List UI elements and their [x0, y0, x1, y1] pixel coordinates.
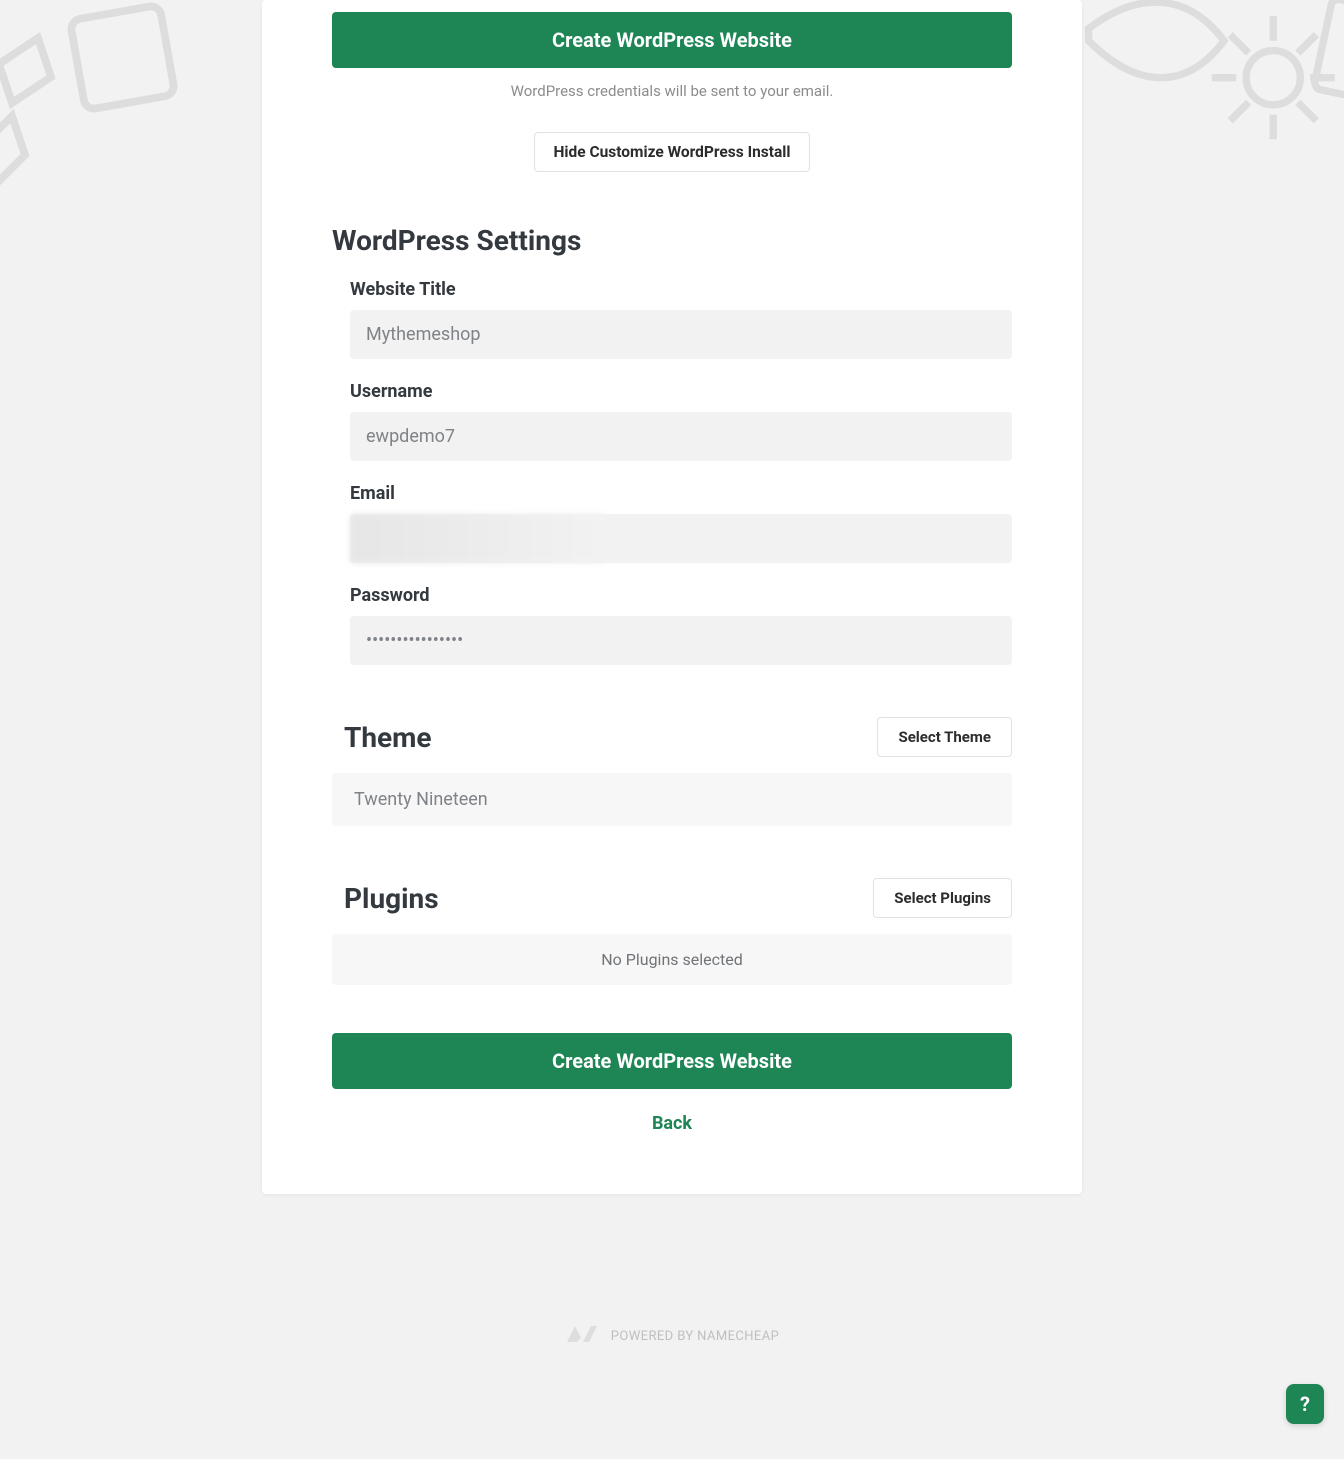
wordpress-install-card: Create WordPress Website WordPress crede… — [262, 0, 1082, 1194]
create-wordpress-button-bottom[interactable]: Create WordPress Website — [332, 1033, 1012, 1089]
select-theme-button[interactable]: Select Theme — [877, 717, 1012, 757]
theme-title: Theme — [344, 721, 432, 754]
password-input[interactable] — [350, 616, 1012, 665]
password-label: Password — [350, 585, 1012, 606]
wordpress-settings-title: WordPress Settings — [332, 224, 1012, 257]
website-title-label: Website Title — [350, 279, 1012, 300]
website-title-input[interactable] — [350, 310, 1012, 359]
plugins-title: Plugins — [344, 882, 439, 915]
form-group-username: Username — [332, 381, 1012, 461]
credentials-note: WordPress credentials will be sent to yo… — [262, 82, 1082, 100]
create-wordpress-button-top[interactable]: Create WordPress Website — [332, 12, 1012, 68]
form-group-website-title: Website Title — [332, 279, 1012, 359]
email-label: Email — [350, 483, 1012, 504]
footer-text: POWERED BY NAMECHEAP — [611, 1329, 779, 1344]
hide-customize-button[interactable]: Hide Customize WordPress Install — [534, 132, 809, 172]
username-label: Username — [350, 381, 1012, 402]
back-link[interactable]: Back — [332, 1113, 1012, 1134]
footer: POWERED BY NAMECHEAP — [0, 1324, 1344, 1348]
help-icon: ? — [1300, 1392, 1310, 1416]
help-button[interactable]: ? — [1286, 1384, 1324, 1424]
form-group-password: Password — [332, 585, 1012, 665]
username-input[interactable] — [350, 412, 1012, 461]
namecheap-logo-icon — [565, 1324, 599, 1348]
email-input[interactable] — [350, 514, 1012, 563]
form-group-email: Email — [332, 483, 1012, 563]
theme-current: Twenty Nineteen — [332, 773, 1012, 826]
plugins-current: No Plugins selected — [332, 934, 1012, 985]
select-plugins-button[interactable]: Select Plugins — [873, 878, 1012, 918]
